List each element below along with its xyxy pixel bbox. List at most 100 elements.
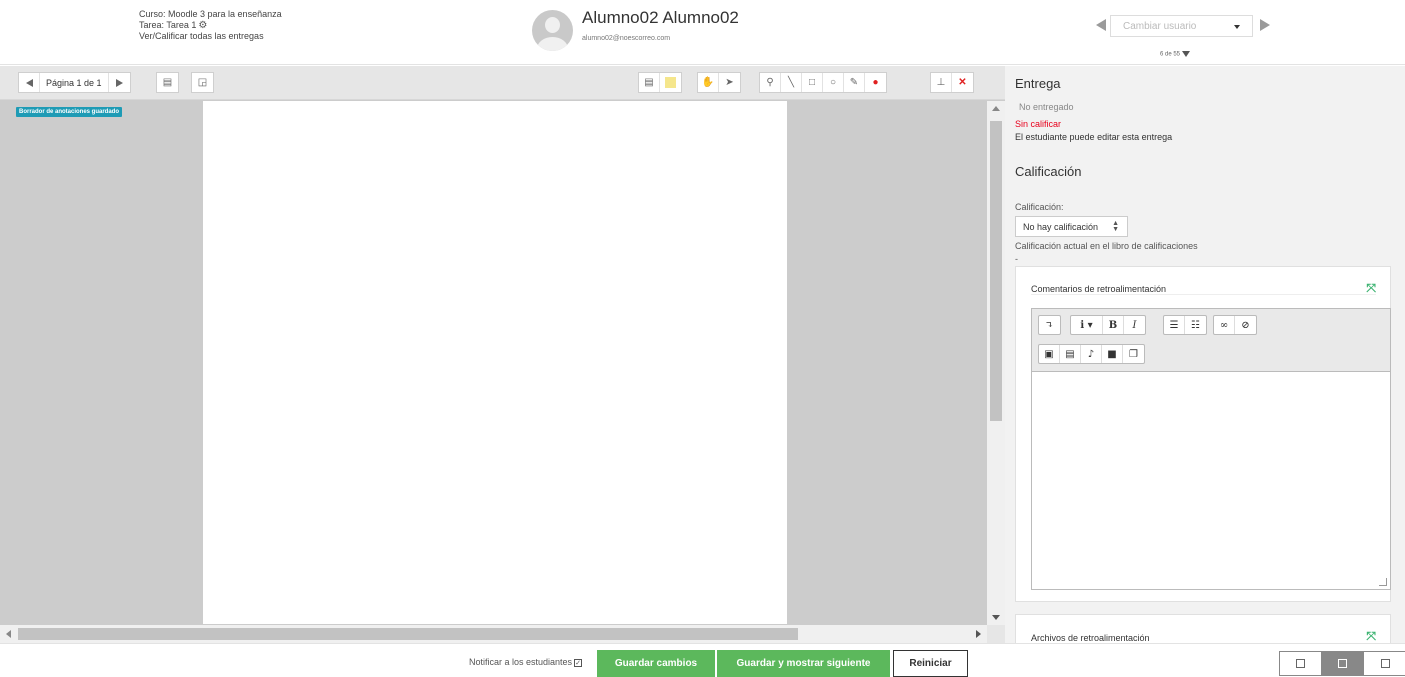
image-button[interactable]: ▣ [1039,345,1060,363]
previous-user-icon[interactable] [1096,19,1106,31]
panel-right-icon [1380,659,1390,668]
pen-tool-button[interactable]: ✎ [844,73,865,92]
paragraph-style-button[interactable]: i ▾ [1071,316,1103,334]
change-user-select[interactable]: Cambiar usuario [1110,15,1253,37]
arrow-right-icon [115,78,123,87]
record-audio-button[interactable]: ♪ [1081,345,1102,363]
image-icon: ▣ [1044,348,1054,360]
gradebook-label: Calificación actual en el libro de calif… [1015,241,1198,251]
layout-collapse-review-button[interactable] [1280,652,1322,675]
line-icon: ╲ [787,77,795,88]
layout-switcher [1279,651,1405,676]
link-group: ∞ ⊘ [1213,315,1257,335]
comment-tool-button[interactable]: ▤ [639,73,660,92]
scroll-up-icon[interactable] [992,106,1000,111]
gear-icon[interactable]: ⚙ [198,20,207,31]
page-navigation: Página 1 de 1 [18,72,131,93]
editor-toolbar: ↴ i ▾ B I ☰ ☷ ∞ ⊘ ▣ ▤ ♪ ■ ❐ [1032,309,1390,372]
user-name[interactable]: Alumno02 Alumno02 [582,8,739,28]
show-more-buttons[interactable]: ↴ [1039,316,1060,334]
view-all-submissions-link[interactable]: Ver/Calificar todas las entregas [139,31,282,42]
next-user-icon[interactable] [1260,19,1270,31]
divider [1031,294,1376,295]
page-select[interactable]: Página 1 de 1 [40,73,109,92]
previous-page-button[interactable] [19,73,40,92]
filter-icon[interactable] [1182,51,1191,57]
scroll-down-icon[interactable] [992,615,1000,620]
bullet-list-icon: ☰ [1169,319,1179,331]
stamp-tool-button[interactable]: ⊥ [931,73,952,92]
grading-status: Sin calificar [1015,119,1062,129]
manage-files-button[interactable]: ❐ [1123,345,1144,363]
list-group: ☰ ☷ [1163,315,1207,335]
scroll-right-icon[interactable] [976,630,981,638]
select-tool-button[interactable]: ➤ [719,73,740,92]
info-icon: i ▾ [1080,319,1093,331]
media-button[interactable]: ▤ [1060,345,1081,363]
italic-button[interactable]: I [1124,316,1145,334]
scroll-left-icon[interactable] [6,630,11,638]
unlink-button[interactable]: ⊘ [1235,316,1256,334]
bold-icon: B [1108,319,1118,331]
circle-icon: ○ [829,77,837,88]
layout-collapse-grade-button[interactable] [1364,652,1405,675]
video-camera-icon: ■ [1107,348,1117,360]
reset-button[interactable]: Reiniciar [893,650,968,677]
record-video-button[interactable]: ■ [1102,345,1123,363]
comment-color-button[interactable] [660,73,681,92]
resize-handle-icon[interactable] [1379,578,1387,586]
rectangle-icon: □ [808,77,816,88]
line-tool-button[interactable]: ╲ [781,73,802,92]
stamp-picker-button[interactable]: ⚲ [760,73,781,92]
grade-select[interactable]: No hay calificación ▲ ▼ [1015,216,1128,237]
layout-default-button[interactable] [1322,652,1364,675]
toggle-icon: ↴ [1045,319,1054,331]
delete-stamp-button[interactable]: ✕ [952,73,973,92]
submission-heading: Entrega [1015,76,1061,91]
drawing-tools: ⚲ ╲ □ ○ ✎ ● [759,72,887,93]
pdf-page-canvas[interactable] [203,101,787,624]
navigation-tools: ✋ ➤ [697,72,741,93]
pdf-annotator: Página 1 de 1 ▤ ◲ ▤ ✋ ➤ ⚲ ╲ □ ○ ✎ ● ⊥ ✕ [0,66,1005,643]
vertical-scrollbar[interactable] [987,101,1005,625]
italic-icon: I [1132,319,1137,331]
comment-tools: ▤ [638,72,682,93]
task-link[interactable]: Tarea: Tarea 1 [139,20,196,30]
unordered-list-button[interactable]: ☰ [1164,316,1185,334]
pan-tool-button[interactable]: ✋ [698,73,719,92]
gradebook-value: - [1015,254,1018,264]
panel-left-icon [1296,659,1305,668]
expand-collapse-button[interactable]: ◲ [192,73,213,92]
search-comments-group: ▤ [156,72,179,93]
stamp-icon: ⚲ [766,77,774,88]
hand-icon: ✋ [701,77,715,88]
next-page-button[interactable] [109,73,130,92]
oval-tool-button[interactable]: ○ [823,73,844,92]
save-changes-button[interactable]: Guardar cambios [597,650,715,677]
horizontal-scrollbar[interactable] [0,625,987,643]
user-count: 6 de 55 [1160,51,1191,58]
fullscreen-icon[interactable]: ⤧ [1366,629,1376,643]
link-icon: ∞ [1219,319,1229,331]
bold-button[interactable]: B [1103,316,1124,334]
course-link[interactable]: Curso: Moodle 3 para la enseñanza [139,9,282,20]
feedback-editor: ↴ i ▾ B I ☰ ☷ ∞ ⊘ ▣ ▤ ♪ ■ ❐ [1031,308,1391,590]
files-icon: ❐ [1129,348,1138,360]
microphone-icon: ♪ [1087,348,1095,360]
close-icon: ✕ [958,77,967,88]
rectangle-tool-button[interactable]: □ [802,73,823,92]
color-swatch-icon [665,77,676,88]
feedback-files-card: Archivos de retroalimentación ⤧ [1015,614,1391,643]
scroll-thumb[interactable] [990,121,1002,421]
save-and-next-button[interactable]: Guardar y mostrar siguiente [717,650,890,677]
scroll-thumb[interactable] [18,628,798,640]
search-comments-button[interactable]: ▤ [157,73,178,92]
grader-footer: Notificar a los estudiantes ✓ Guardar cam… [0,643,1405,677]
submission-status: No entregado [1019,102,1074,112]
numbered-list-icon: ☷ [1191,319,1200,331]
link-button[interactable]: ∞ [1214,316,1235,334]
ordered-list-button[interactable]: ☷ [1185,316,1206,334]
droplet-icon: ● [872,77,879,88]
notify-checkbox[interactable]: ✓ [574,658,583,667]
annotation-color-button[interactable]: ● [865,73,886,92]
